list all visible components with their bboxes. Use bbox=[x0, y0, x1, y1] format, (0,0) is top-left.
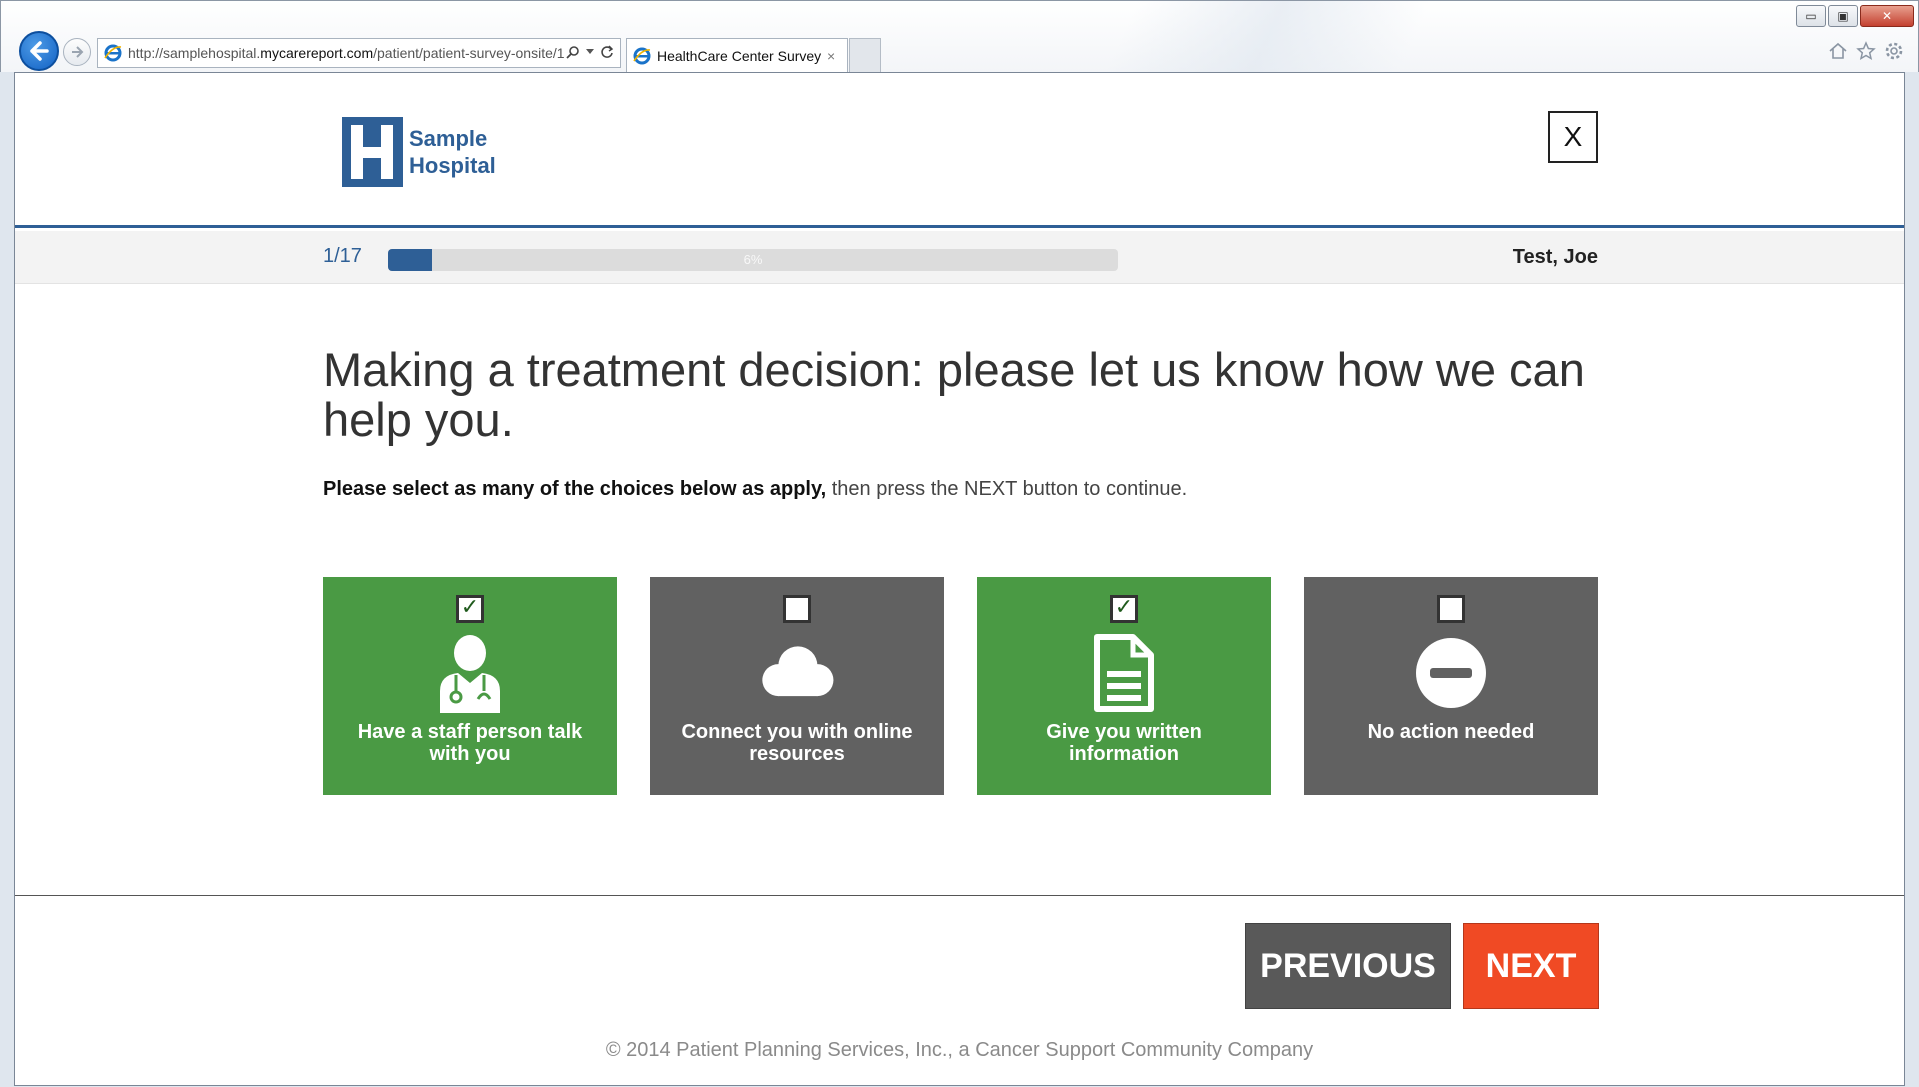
arrow-right-icon bbox=[72, 46, 84, 58]
choice-label: Connect you with online resources bbox=[681, 721, 913, 765]
choice-checkbox[interactable] bbox=[783, 595, 811, 623]
minimize-button[interactable]: ▭ bbox=[1796, 5, 1826, 27]
address-url: http://samplehospital.mycarereport.com/p… bbox=[128, 45, 565, 61]
choice-label: Give you written information bbox=[1046, 721, 1202, 765]
arrow-left-icon bbox=[30, 41, 49, 61]
browser-chrome: http://samplehospital.mycarereport.com/p… bbox=[0, 0, 1919, 73]
progress-strip: 1/17 6% Test, Joe bbox=[15, 231, 1904, 284]
copyright-text: © 2014 Patient Planning Services, Inc., … bbox=[605, 1039, 1314, 1061]
back-button[interactable] bbox=[19, 31, 59, 71]
choice-grid: ✓ Have a staff person talk with you Conn… bbox=[323, 577, 1599, 795]
choice-checkbox[interactable]: ✓ bbox=[1110, 595, 1138, 623]
choice-checkbox[interactable]: ✓ bbox=[456, 595, 484, 623]
choice-label: No action needed bbox=[1367, 721, 1535, 743]
hospital-h-icon bbox=[342, 117, 403, 187]
choice-written-info[interactable]: ✓ Give you written information bbox=[977, 577, 1271, 795]
address-bar[interactable]: http://samplehospital.mycarereport.com/p… bbox=[97, 38, 621, 68]
window-controls: ▭ ▣ ✕ bbox=[1796, 5, 1914, 27]
logo-line-2: Hospital bbox=[409, 153, 496, 178]
previous-button[interactable]: PREVIOUS bbox=[1245, 923, 1451, 1009]
favorites-star-icon[interactable] bbox=[1856, 41, 1876, 61]
ie-logo-icon bbox=[633, 47, 651, 64]
maximize-button[interactable]: ▣ bbox=[1828, 5, 1858, 27]
logo-line-1: Sample bbox=[409, 126, 488, 151]
choice-label: Have a staff person talk with you bbox=[357, 721, 583, 765]
choice-online-resources[interactable]: Connect you with online resources bbox=[650, 577, 944, 795]
progress-bar: 6% bbox=[388, 249, 1118, 271]
cloud-icon bbox=[762, 646, 834, 697]
tab-title: HealthCare Center Survey bbox=[657, 47, 822, 64]
question-instruction: Please select as many of the choices bel… bbox=[323, 478, 1188, 500]
patient-name: Test, Joe bbox=[1512, 246, 1598, 268]
page-viewport: Sample Hospital X 1/17 6% Test, Joe Maki… bbox=[14, 72, 1905, 1086]
next-button[interactable]: NEXT bbox=[1463, 923, 1599, 1009]
search-icon[interactable] bbox=[566, 45, 580, 59]
doctor-icon bbox=[440, 635, 500, 713]
forward-button[interactable] bbox=[63, 38, 91, 66]
window-close-button[interactable]: ✕ bbox=[1860, 5, 1914, 27]
choice-no-action[interactable]: No action needed bbox=[1304, 577, 1598, 795]
progress-percent: 6% bbox=[743, 252, 763, 267]
chrome-shine bbox=[918, 1, 1618, 73]
browser-toolbar-right bbox=[1828, 41, 1904, 61]
close-survey-button[interactable]: X bbox=[1548, 111, 1598, 163]
hospital-logo: Sample Hospital bbox=[342, 117, 496, 187]
question-title: Making a treatment decision: please let … bbox=[323, 343, 1585, 446]
choice-staff-talk[interactable]: ✓ Have a staff person talk with you bbox=[323, 577, 617, 795]
no-entry-icon bbox=[1416, 638, 1486, 708]
refresh-icon[interactable] bbox=[600, 45, 614, 59]
new-tab-button[interactable] bbox=[849, 38, 881, 72]
document-icon bbox=[1094, 634, 1154, 712]
gear-icon[interactable] bbox=[1884, 41, 1904, 61]
ie-logo-icon bbox=[104, 44, 122, 62]
step-counter: 1/17 bbox=[323, 245, 362, 267]
site-header: Sample Hospital X bbox=[15, 73, 1904, 228]
tab-close-icon[interactable]: × bbox=[827, 48, 835, 64]
home-icon[interactable] bbox=[1828, 41, 1848, 61]
browser-tab[interactable]: HealthCare Center Survey × bbox=[626, 38, 848, 72]
dropdown-icon[interactable] bbox=[586, 49, 594, 55]
footer-divider bbox=[15, 895, 1904, 896]
choice-checkbox[interactable] bbox=[1437, 595, 1465, 623]
